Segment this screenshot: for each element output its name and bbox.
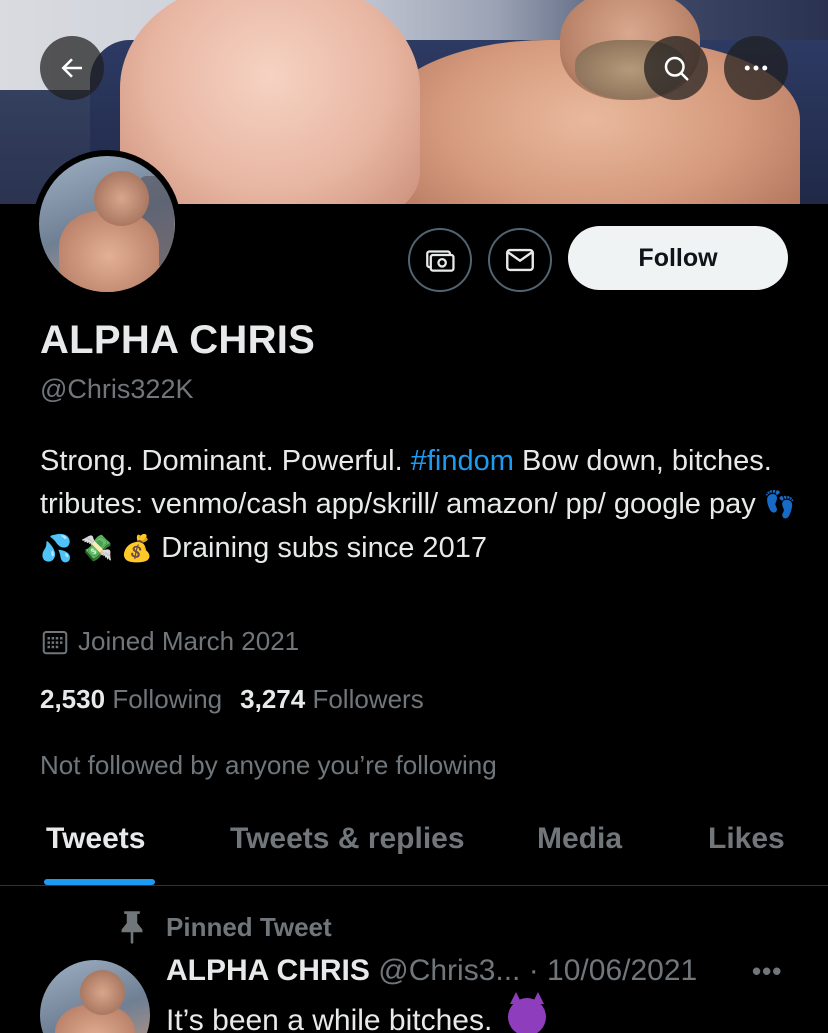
- tweet-text: It’s been a while bitches.: [166, 992, 547, 1033]
- tweet-author[interactable]: ALPHA CHRIS: [166, 954, 370, 987]
- tab-likes[interactable]: Likes: [708, 822, 785, 856]
- search-icon: [664, 56, 689, 81]
- hashtag-link[interactable]: #findom: [411, 445, 514, 477]
- arrow-left-icon: [61, 58, 82, 78]
- profile-bio: Strong. Dominant. Powerful. #findom Bow …: [40, 440, 800, 571]
- money-icon: [426, 250, 455, 272]
- tweet-body: It’s been a while bitches.: [166, 1004, 493, 1033]
- calendar-icon: [42, 630, 68, 654]
- tweet-meta: @Chris3... · 10/06/2021: [369, 954, 698, 987]
- tip-button[interactable]: [408, 228, 472, 292]
- profile-avatar[interactable]: [33, 150, 181, 298]
- tab-media[interactable]: Media: [537, 822, 622, 856]
- devil-emoji: [508, 992, 547, 1033]
- active-tab-indicator: [44, 879, 155, 885]
- pinned-text: Pinned Tweet: [166, 911, 332, 942]
- banner-foot: [120, 0, 420, 204]
- tweet-header: ALPHA CHRIS @Chris3... · 10/06/2021: [166, 954, 697, 988]
- money-wings-emoji: 💸: [80, 534, 113, 564]
- message-button[interactable]: [488, 228, 552, 292]
- followers-count: 3,274: [240, 684, 306, 714]
- money-bag-emoji: 💰: [120, 534, 154, 564]
- follow-button[interactable]: Follow: [568, 226, 788, 290]
- bio-text: Draining subs since 2017: [153, 532, 487, 564]
- more-icon: [744, 65, 768, 71]
- followers-link[interactable]: 3,274 Followers: [240, 684, 424, 714]
- profile-handle: @Chris322K: [40, 374, 194, 404]
- more-options-button[interactable]: [724, 36, 788, 100]
- pinned-label: Pinned Tweet: [118, 910, 332, 944]
- profile-name: ALPHA CHRIS: [40, 318, 316, 362]
- follow-stats: 2,530 Following 3,274 Followers: [40, 684, 424, 715]
- avatar-image: [39, 156, 175, 292]
- followers-label: Followers: [312, 684, 424, 714]
- joined-date: Joined March 2021: [40, 626, 299, 657]
- profile-tabs: Tweets Tweets & replies Media Likes: [0, 810, 828, 886]
- tab-tweets-replies[interactable]: Tweets & replies: [230, 822, 465, 856]
- not-followed-text: Not followed by anyone you’re following: [40, 750, 497, 780]
- tweet-more-icon[interactable]: •••: [752, 956, 782, 987]
- following-label: Following: [112, 684, 223, 714]
- bio-text: Strong. Dominant. Powerful.: [40, 445, 411, 477]
- following-link[interactable]: 2,530 Following: [40, 684, 222, 714]
- tab-tweets[interactable]: Tweets: [46, 822, 145, 856]
- joined-text: Joined March 2021: [78, 626, 300, 656]
- footprints-emoji: 👣: [763, 490, 797, 520]
- following-count: 2,530: [40, 684, 106, 714]
- search-button[interactable]: [644, 36, 708, 100]
- back-button[interactable]: [40, 36, 104, 100]
- tweet-avatar[interactable]: [40, 960, 150, 1033]
- envelope-icon: [506, 248, 534, 272]
- pin-icon: [121, 911, 143, 944]
- droplets-emoji: 💦: [40, 534, 73, 564]
